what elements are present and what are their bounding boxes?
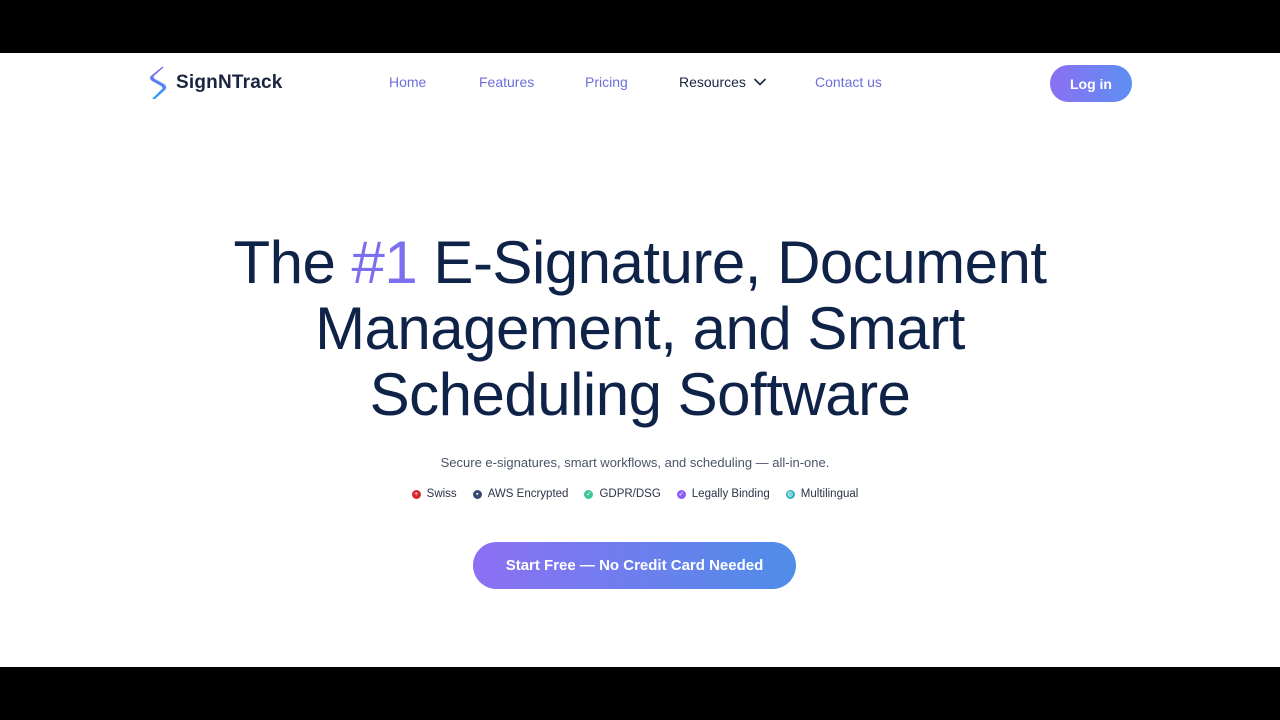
badge-multilingual: ◍ Multilingual [785,488,859,500]
badge-multilingual-label: Multilingual [800,488,859,500]
globe-icon: ◍ [785,489,795,499]
check-icon: ✓ [584,489,594,499]
hero-title: The #1 E-Signature, Document Management,… [140,230,1140,428]
trust-badges: + Swiss ▪ AWS Encrypted ✓ GDPR/DSG ✓ Leg… [0,488,1270,500]
hero-title-line3: Scheduling Software [369,361,911,428]
nav-item-features[interactable]: Features [479,74,534,90]
badge-legal-label: Legally Binding [691,488,770,500]
check-icon: ✓ [676,489,686,499]
chevron-down-icon [754,78,766,86]
swiss-flag-icon: + [411,489,421,499]
badge-aws-label: AWS Encrypted [487,488,569,500]
login-button[interactable]: Log in [1050,65,1132,102]
badge-gdpr: ✓ GDPR/DSG [584,488,661,500]
badge-gdpr-label: GDPR/DSG [599,488,661,500]
lock-icon: ▪ [472,489,482,499]
hero-title-prefix: The [233,229,352,296]
hero-title-line2: Management, and Smart [315,295,965,362]
badge-legally-binding: ✓ Legally Binding [676,488,770,500]
badge-swiss-label: Swiss [426,488,457,500]
hero-subtitle: Secure e-signatures, smart workflows, an… [440,455,830,470]
top-navigation: SignNTrack Home Features Pricing Resourc… [0,53,1280,113]
badge-swiss: + Swiss [411,488,457,500]
nav-item-contact[interactable]: Contact us [815,74,882,90]
nav-item-resources[interactable]: Resources [679,74,766,90]
nav-item-pricing[interactable]: Pricing [585,74,628,90]
hero-title-accent: #1 [351,229,418,296]
nav-item-resources-label: Resources [679,74,746,90]
start-free-button[interactable]: Start Free — No Credit Card Needed [473,542,796,589]
page-viewport: SignNTrack Home Features Pricing Resourc… [0,53,1280,667]
nav-item-home[interactable]: Home [389,74,426,90]
hero-title-line1-rest: E-Signature, Document [417,229,1047,296]
badge-aws-encrypted: ▪ AWS Encrypted [472,488,569,500]
